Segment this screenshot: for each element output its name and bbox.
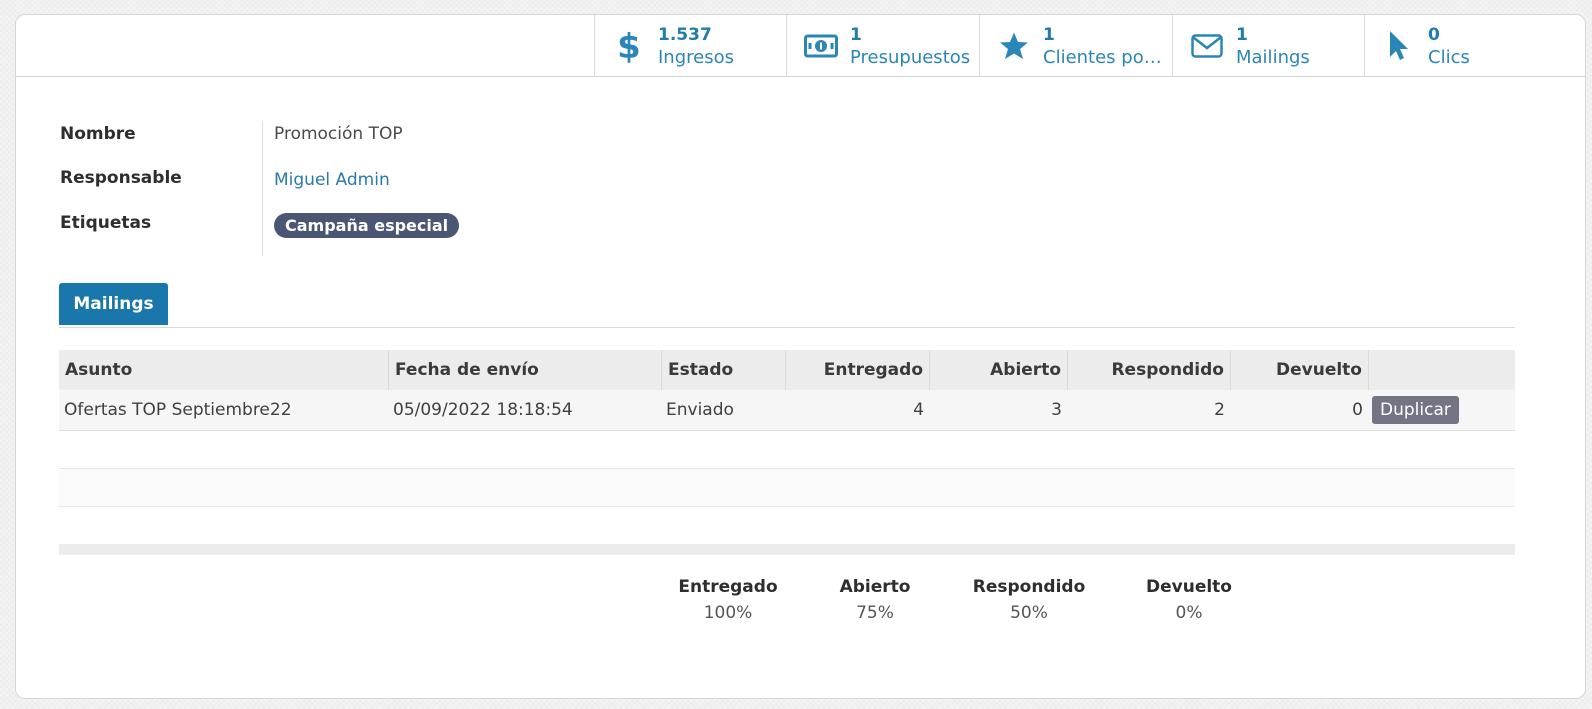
stat-label: Entregado <box>678 577 778 597</box>
money-bill-icon <box>801 28 841 64</box>
stat-label: Respondido <box>972 577 1086 597</box>
column-header-opened[interactable]: Abierto <box>929 350 1067 390</box>
quotations-value: 1 <box>850 25 862 45</box>
campaign-form-sheet: $ 1.537 Ingresos 1 Presupuestos 1 Client… <box>15 14 1586 699</box>
smart-button-clicks[interactable]: 0 Clics <box>1364 15 1557 76</box>
column-header-delivered[interactable]: Entregado <box>785 350 929 390</box>
tag-badge[interactable]: Campaña especial <box>274 213 460 238</box>
cell-replied: 2 <box>1214 400 1225 420</box>
stat-value: 50% <box>1010 603 1048 623</box>
smart-button-mailings[interactable]: 1 Mailings <box>1172 15 1365 76</box>
star-icon <box>994 28 1034 64</box>
envelope-icon <box>1187 28 1227 64</box>
name-label: Nombre <box>60 124 136 144</box>
leads-label: Clientes pot... <box>1043 47 1167 68</box>
column-header-bounced[interactable]: Devuelto <box>1230 350 1368 390</box>
cell-subject: Ofertas TOP Septiembre22 <box>64 400 292 420</box>
field-separator <box>262 121 263 256</box>
tags-label: Etiquetas <box>60 213 152 233</box>
responsible-link[interactable]: Miguel Admin <box>274 169 390 191</box>
revenue-value: 1.537 <box>658 25 712 45</box>
column-header-actions <box>1368 350 1515 390</box>
cell-opened: 3 <box>1051 400 1062 420</box>
cell-state: Enviado <box>666 400 734 420</box>
duplicate-button[interactable]: Duplicar <box>1372 396 1459 424</box>
stat-label: Abierto <box>839 577 911 597</box>
column-header-replied[interactable]: Respondido <box>1067 350 1230 390</box>
stat-replied: Respondido 50% <box>973 576 1086 624</box>
stat-value: 100% <box>703 603 753 623</box>
leads-value: 1 <box>1043 25 1055 45</box>
revenue-label: Ingresos <box>658 47 734 68</box>
cell-bounced: 0 <box>1352 400 1363 420</box>
empty-table-row <box>59 469 1515 507</box>
mailings-label: Mailings <box>1236 47 1310 68</box>
pointer-icon <box>1379 28 1419 64</box>
tab-mailings[interactable]: Mailings <box>59 283 168 325</box>
dollar-icon: $ <box>609 28 649 64</box>
svg-text:$: $ <box>617 29 641 63</box>
column-header-subject[interactable]: Asunto <box>59 350 388 390</box>
clicks-label: Clics <box>1428 47 1470 68</box>
tab-divider <box>59 327 1515 328</box>
table-header: Asunto Fecha de envío Estado Entregado A… <box>59 350 1515 390</box>
quotations-label: Presupuestos <box>850 47 971 68</box>
cell-delivered: 4 <box>913 400 924 420</box>
stat-delivered: Entregado 100% <box>678 576 777 624</box>
column-header-send-date[interactable]: Fecha de envío <box>388 350 661 390</box>
empty-table-row <box>59 431 1515 469</box>
table-footer <box>59 544 1515 555</box>
stat-value: 0% <box>1175 603 1203 623</box>
clicks-value: 0 <box>1428 25 1440 45</box>
stat-label: Devuelto <box>1146 577 1232 597</box>
mailings-table: Asunto Fecha de envío Estado Entregado A… <box>59 350 1515 555</box>
smart-buttons-bar: $ 1.537 Ingresos 1 Presupuestos 1 Client… <box>16 15 1585 77</box>
name-value[interactable]: Promoción TOP <box>274 123 403 145</box>
table-row[interactable]: Ofertas TOP Septiembre22 05/09/2022 18:1… <box>59 390 1515 431</box>
smart-button-revenue[interactable]: $ 1.537 Ingresos <box>594 15 787 76</box>
stat-bounced: Devuelto 0% <box>1146 576 1232 624</box>
stat-value: 75% <box>856 603 894 623</box>
smart-button-leads[interactable]: 1 Clientes pot... <box>979 15 1172 76</box>
mailings-value: 1 <box>1236 25 1248 45</box>
column-header-state[interactable]: Estado <box>661 350 785 390</box>
smart-button-quotations[interactable]: 1 Presupuestos <box>786 15 979 76</box>
cell-send-date: 05/09/2022 18:18:54 <box>393 400 573 420</box>
stat-opened: Abierto 75% <box>840 576 911 624</box>
responsible-label: Responsable <box>60 168 182 188</box>
